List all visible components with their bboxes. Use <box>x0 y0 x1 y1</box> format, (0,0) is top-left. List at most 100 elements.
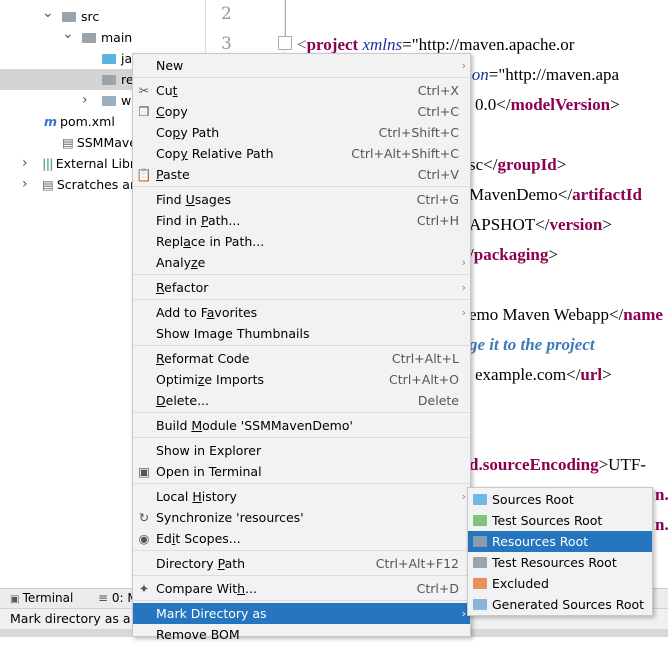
menu-item-label: Remove BOM <box>156 627 240 642</box>
fold-icon[interactable] <box>278 36 292 50</box>
menu-item-mark-directory-as[interactable]: Mark Directory as › <box>133 603 470 624</box>
menu-item-label: Add to Favorites <box>156 305 258 320</box>
menu-item-find-usages[interactable]: Find Usages Ctrl+G <box>133 189 470 210</box>
menu-item-label: Copy Path <box>156 125 220 140</box>
submenu-item-resources-root[interactable]: Resources Root <box>468 531 652 552</box>
shortcut-label: Ctrl+Alt+Shift+C <box>351 146 459 161</box>
shortcut-label: Ctrl+Shift+C <box>378 125 459 140</box>
menu-item-delete[interactable]: Delete... Delete <box>133 390 470 411</box>
menu-item-label: Open in Terminal <box>156 464 262 479</box>
code-line: APSHOT</version> <box>469 215 612 234</box>
menu-item-label: Reformat Code <box>156 351 250 366</box>
menu-item-label: Analyze <box>156 255 206 270</box>
chevron-right-icon: › <box>461 281 466 294</box>
menu-item-label: Optimize Imports <box>156 372 265 387</box>
menu-item-directory-path[interactable]: Directory Path Ctrl+Alt+F12 <box>133 553 470 574</box>
tree-node-label: main <box>101 30 133 45</box>
menu-item-copy-relative-path[interactable]: Copy Relative Path Ctrl+Alt+Shift+C <box>133 143 470 164</box>
menu-item-label: Show in Explorer <box>156 443 262 458</box>
submenu-item-test-sources-root[interactable]: Test Sources Root <box>468 510 652 531</box>
mark-directory-submenu: Sources Root Test Sources Root Resources R… <box>467 487 653 616</box>
menu-item-refactor[interactable]: Refactor › <box>133 277 470 298</box>
maven-icon: m <box>44 114 58 129</box>
menu-item-optimize-imports[interactable]: Optimize Imports Ctrl+Alt+O <box>133 369 470 390</box>
menu-item-remove-bom[interactable]: Remove BOM <box>133 624 470 645</box>
shortcut-label: Ctrl+X <box>417 83 459 98</box>
menu-item-build-module-ssmmavendemo[interactable]: Build Module 'SSMMavenDemo' <box>133 415 470 436</box>
code-line: MavenDemo</artifactId <box>469 185 642 204</box>
code-line: emo Maven Webapp</name <box>469 305 663 324</box>
sources-root-folder-icon <box>473 494 487 505</box>
scissors-icon: ✂ <box>138 83 150 98</box>
submenu-item-label: Excluded <box>492 576 549 591</box>
chevron-right-icon: › <box>461 256 466 269</box>
shortcut-label: Ctrl+G <box>416 192 459 207</box>
chevron-down-icon[interactable]: ⌄ <box>62 24 74 45</box>
scratches-icon: ▤ <box>42 177 54 192</box>
menu-item-open-in-terminal[interactable]: ▣ Open in Terminal <box>133 461 470 482</box>
code-line: example.com</url> <box>475 365 612 384</box>
menu-item-copy[interactable]: ❐ Copy Ctrl+C <box>133 101 470 122</box>
tree-node-label: pom.xml <box>60 114 115 129</box>
terminal-tab[interactable]: ▣ Terminal <box>10 589 73 609</box>
submenu-item-label: Generated Sources Root <box>492 597 645 612</box>
menu-item-local-history[interactable]: Local History › <box>133 486 470 507</box>
chevron-right-icon[interactable]: › <box>22 174 28 195</box>
tree-node-label: src <box>81 9 100 24</box>
menu-item-label: Copy Relative Path <box>156 146 274 161</box>
code-line: ion="http://maven.apa <box>467 65 620 84</box>
menu-item-show-in-explorer[interactable]: Show in Explorer <box>133 440 470 461</box>
menu-item-show-image-thumbnails[interactable]: Show Image Thumbnails <box>133 323 470 344</box>
fold-line <box>285 0 286 36</box>
folder-icon <box>62 12 76 22</box>
menu-item-label: Build Module 'SSMMavenDemo' <box>156 418 353 433</box>
menu-item-new[interactable]: New › <box>133 55 470 76</box>
menu-item-compare-with[interactable]: ✦ Compare With... Ctrl+D <box>133 578 470 599</box>
shortcut-label: Ctrl+Alt+F12 <box>375 556 459 571</box>
submenu-item-test-resources-root[interactable]: Test Resources Root <box>468 552 652 573</box>
menu-item-label: Edit Scopes... <box>156 531 241 546</box>
compare-icon: ✦ <box>138 581 150 596</box>
menu-item-label: Paste <box>156 167 190 182</box>
submenu-item-sources-root[interactable]: Sources Root <box>468 489 652 510</box>
chevron-down-icon[interactable]: ⌄ <box>42 3 54 24</box>
sync-icon: ↻ <box>138 510 150 525</box>
shortcut-label: Ctrl+D <box>416 581 459 596</box>
terminal-icon: ▣ <box>138 464 150 479</box>
submenu-item-label: Test Sources Root <box>492 513 603 528</box>
shortcut-label: Ctrl+V <box>417 167 459 182</box>
chevron-right-icon[interactable]: › <box>82 90 88 111</box>
menu-item-label: Local History <box>156 489 237 504</box>
menu-item-add-to-favorites[interactable]: Add to Favorites › <box>133 302 470 323</box>
menu-item-reformat-code[interactable]: Reformat Code Ctrl+Alt+L <box>133 348 470 369</box>
menu-item-copy-path[interactable]: Copy Path Ctrl+Shift+C <box>133 122 470 143</box>
menu-item-label: Copy <box>156 104 188 119</box>
code-line: 0.0</modelVersion> <box>475 95 620 114</box>
folder-icon <box>102 54 116 64</box>
code-line: n. <box>655 515 668 534</box>
menu-item-synchronize-resources[interactable]: ↻ Synchronize 'resources' <box>133 507 470 528</box>
menu-item-analyze[interactable]: Analyze › <box>133 252 470 273</box>
test-sources-root-folder-icon <box>473 515 487 526</box>
line-number: 3 <box>221 34 232 54</box>
menu-item-replace-in-path[interactable]: Replace in Path... <box>133 231 470 252</box>
excluded-folder-icon <box>473 578 487 589</box>
submenu-item-generated-sources-root[interactable]: Generated Sources Root <box>468 594 652 615</box>
menu-item-cut[interactable]: ✂ Cut Ctrl+X <box>133 80 470 101</box>
chevron-right-icon[interactable]: › <box>22 153 28 174</box>
resources-root-folder-icon <box>473 536 487 547</box>
menu-item-label: Find Usages <box>156 192 232 207</box>
library-icon: ||| <box>42 156 54 171</box>
terminal-icon: ▣ <box>10 594 23 605</box>
submenu-item-excluded[interactable]: Excluded <box>468 573 652 594</box>
folder-icon <box>102 96 116 106</box>
code-line: sc</groupId> <box>469 155 567 174</box>
menu-item-edit-scopes[interactable]: ◉ Edit Scopes... <box>133 528 470 549</box>
iml-file-icon: ▤ <box>62 135 74 150</box>
copy-icon: ❐ <box>138 104 150 119</box>
menu-item-paste[interactable]: 📋 Paste Ctrl+V <box>133 164 470 185</box>
code-line: d.sourceEncoding>UTF- <box>469 455 646 474</box>
menu-item-label: Find in Path... <box>156 213 241 228</box>
test-resources-root-folder-icon <box>473 557 487 568</box>
menu-item-find-in-path[interactable]: Find in Path... Ctrl+H <box>133 210 470 231</box>
